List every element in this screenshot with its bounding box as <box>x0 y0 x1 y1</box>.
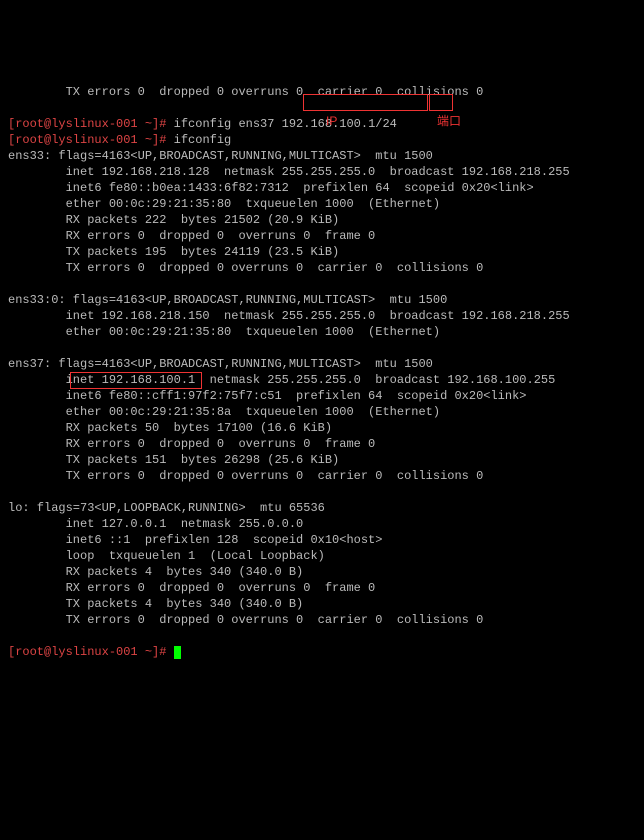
prev-output-tail: TX errors 0 dropped 0 overruns 0 carrier… <box>8 85 483 99</box>
ens33-inet: inet 192.168.218.128 netmask 255.255.255… <box>8 165 570 179</box>
ens33-header: ens33: flags=4163<UP,BROADCAST,RUNNING,M… <box>8 149 433 163</box>
ens33-0-inet: inet 192.168.218.150 netmask 255.255.255… <box>8 309 570 323</box>
ens37-rx-errors: RX errors 0 dropped 0 overruns 0 frame 0 <box>8 437 375 451</box>
ens33-rx-packets: RX packets 222 bytes 21502 (20.9 KiB) <box>8 213 339 227</box>
ens37-header: ens37: flags=4163<UP,BROADCAST,RUNNING,M… <box>8 357 433 371</box>
cursor-icon[interactable] <box>174 646 181 659</box>
terminal-output: TX errors 0 dropped 0 overruns 0 carrier… <box>8 68 636 756</box>
ens37-inet-highlight: inet 192.168.100.1 <box>66 373 196 387</box>
command-ifconfig-set: ifconfig ens37 192.168.100.1/24 <box>174 117 397 131</box>
ens33-0-header: ens33:0: flags=4163<UP,BROADCAST,RUNNING… <box>8 293 447 307</box>
ens37-ether: ether 00:0c:29:21:35:8a txqueuelen 1000 … <box>8 405 440 419</box>
shell-prompt: [root@lyslinux-001 ~]# <box>8 645 174 659</box>
lo-tx-errors: TX errors 0 dropped 0 overruns 0 carrier… <box>8 613 483 627</box>
ens37-tx-packets: TX packets 151 bytes 26298 (25.6 KiB) <box>8 453 339 467</box>
shell-prompt: [root@lyslinux-001 ~]# <box>8 133 174 147</box>
ens33-ether: ether 00:0c:29:21:35:80 txqueuelen 1000 … <box>8 197 440 211</box>
ens33-inet6: inet6 fe80::b0ea:1433:6f82:7312 prefixle… <box>8 181 534 195</box>
ens37-rx-packets: RX packets 50 bytes 17100 (16.6 KiB) <box>8 421 332 435</box>
lo-rx-errors: RX errors 0 dropped 0 overruns 0 frame 0 <box>8 581 375 595</box>
ens37-inet-pre <box>8 373 66 387</box>
lo-inet: inet 127.0.0.1 netmask 255.0.0.0 <box>8 517 303 531</box>
lo-tx-packets: TX packets 4 bytes 340 (340.0 B) <box>8 597 303 611</box>
lo-inet6: inet6 ::1 prefixlen 128 scopeid 0x10<hos… <box>8 533 382 547</box>
ens37-inet6: inet6 fe80::cff1:97f2:75f7:c51 prefixlen… <box>8 389 526 403</box>
ens33-tx-errors: TX errors 0 dropped 0 overruns 0 carrier… <box>8 261 483 275</box>
ens37-inet-post: netmask 255.255.255.0 broadcast 192.168.… <box>195 373 555 387</box>
lo-rx-packets: RX packets 4 bytes 340 (340.0 B) <box>8 565 303 579</box>
shell-prompt: [root@lyslinux-001 ~]# <box>8 117 174 131</box>
annotation-label-port: 端口 <box>437 113 461 129</box>
ens33-rx-errors: RX errors 0 dropped 0 overruns 0 frame 0 <box>8 229 375 243</box>
ens33-0-ether: ether 00:0c:29:21:35:80 txqueuelen 1000 … <box>8 325 440 339</box>
lo-header: lo: flags=73<UP,LOOPBACK,RUNNING> mtu 65… <box>8 501 325 515</box>
command-ifconfig: ifconfig <box>174 133 232 147</box>
ens37-tx-errors: TX errors 0 dropped 0 overruns 0 carrier… <box>8 469 483 483</box>
ens33-tx-packets: TX packets 195 bytes 24119 (23.5 KiB) <box>8 245 339 259</box>
lo-loop: loop txqueuelen 1 (Local Loopback) <box>8 549 325 563</box>
